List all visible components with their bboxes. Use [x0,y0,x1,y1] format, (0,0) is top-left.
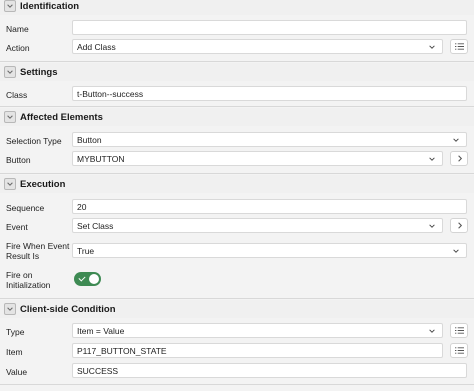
section-header-identification[interactable]: Identification [0,0,474,15]
action-label: Action [6,43,30,53]
divider [0,298,474,299]
fire-init-label: Fire on Initialization [6,270,50,290]
fire-init-label-line1: Fire on [6,270,33,280]
collapse-chevron-icon[interactable] [4,178,16,190]
collapse-chevron-icon[interactable] [4,66,16,78]
section-header-affected-elements[interactable]: Affected Elements [0,108,474,126]
divider [0,173,474,174]
value-field[interactable]: SUCCESS [72,363,467,378]
selection-type-label: Selection Type [6,136,62,146]
class-label: Class [6,90,28,100]
button-label: Button [6,155,31,165]
section-title: Execution [20,178,66,190]
class-field[interactable]: t-Button--success [72,86,467,101]
section-header-client-side-condition[interactable]: Client-side Condition [0,300,474,318]
fire-when-select[interactable]: True [72,243,467,258]
list-icon [454,327,464,334]
type-list-button[interactable] [450,323,468,338]
button-select[interactable]: MYBUTTON [72,151,443,166]
section-header-execution[interactable]: Execution [0,175,474,193]
fire-when-label-line1: Fire When Event [6,241,70,251]
fire-when-value: True [77,245,95,256]
chevron-down-icon [429,45,435,49]
event-value: Set Class [77,220,114,231]
type-select[interactable]: Item = Value [72,323,443,338]
fire-when-label-line2: Result Is [6,251,40,261]
item-field[interactable]: P117_BUTTON_STATE [72,343,443,358]
chevron-right-icon [457,222,462,229]
collapse-chevron-icon[interactable] [4,111,16,123]
section-header-settings[interactable]: Settings [0,63,474,81]
divider [0,384,474,385]
chevron-down-icon [429,157,435,161]
item-list-button[interactable] [450,343,468,358]
chevron-down-icon [453,249,459,253]
chevron-down-icon [453,138,459,142]
sequence-label: Sequence [6,203,45,213]
section-title: Settings [20,66,58,78]
list-icon [454,347,464,354]
action-select[interactable]: Add Class [72,39,443,54]
item-label: Item [6,347,23,357]
chevron-down-icon [429,224,435,228]
chevron-right-icon [457,155,462,162]
event-go-button[interactable] [450,218,468,233]
fire-init-label-line2: Initialization [6,280,51,290]
selection-type-value: Button [77,134,102,145]
button-value: MYBUTTON [77,153,125,164]
fire-init-toggle[interactable] [74,272,101,286]
action-list-button[interactable] [450,39,468,54]
button-go-button[interactable] [450,151,468,166]
checkmark-icon [78,274,86,282]
section-title: Identification [20,0,80,12]
selection-type-select[interactable]: Button [72,132,467,147]
divider [0,106,474,107]
event-label: Event [6,222,28,232]
sequence-field[interactable]: 20 [72,199,467,214]
collapse-chevron-icon[interactable] [4,303,16,315]
event-select[interactable]: Set Class [72,218,443,233]
section-title: Client-side Condition [20,303,116,315]
toggle-knob [89,274,99,284]
section-title: Affected Elements [20,111,103,123]
type-label: Type [6,327,25,337]
fire-when-label: Fire When Event Result Is [6,241,69,261]
chevron-down-icon [429,329,435,333]
divider [0,61,474,62]
name-field[interactable] [72,20,467,35]
list-icon [454,43,464,50]
action-value: Add Class [77,41,116,52]
collapse-chevron-icon[interactable] [4,0,16,12]
type-value: Item = Value [77,325,125,336]
name-label: Name [6,24,29,34]
value-label: Value [6,367,28,377]
